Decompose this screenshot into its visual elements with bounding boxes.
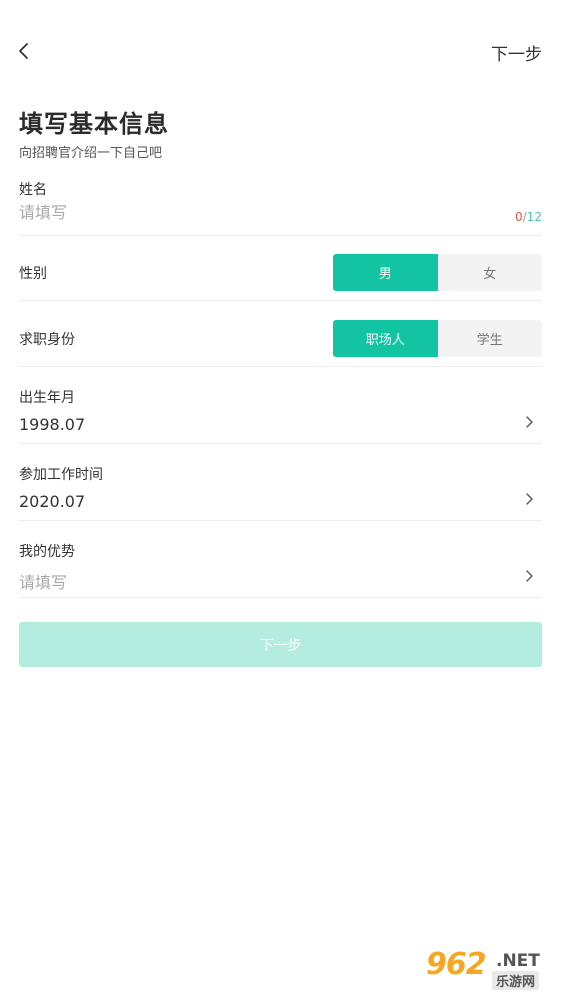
- identity-toggle: 职场人 学生: [333, 320, 542, 357]
- divider: [19, 520, 542, 521]
- page-subtitle: 向招聘官介绍一下自己吧: [19, 146, 163, 161]
- name-field: 姓名: [19, 179, 542, 199]
- chevron-right-icon: [526, 493, 533, 505]
- name-label: 姓名: [19, 182, 47, 198]
- strengths-placeholder: 请填写: [19, 573, 68, 592]
- next-step-button[interactable]: 下一步: [19, 622, 542, 667]
- divider: [19, 443, 542, 444]
- watermark-number: 962: [426, 947, 487, 982]
- birth-date-row[interactable]: 出生年月 1998.07: [19, 387, 542, 437]
- birth-date-label: 出生年月: [19, 390, 75, 406]
- strengths-label: 我的优势: [19, 544, 75, 560]
- identity-option-student[interactable]: 学生: [438, 320, 543, 357]
- divider: [19, 597, 542, 598]
- next-step-link[interactable]: 下一步: [491, 40, 542, 65]
- identity-label: 求职身份: [19, 332, 75, 348]
- site-watermark-logo: 962 .NET 乐游网: [420, 947, 555, 991]
- divider: [19, 366, 542, 367]
- gender-option-female[interactable]: 女: [438, 254, 543, 291]
- name-char-counter: 0/12: [515, 210, 542, 224]
- identity-option-professional[interactable]: 职场人: [333, 320, 438, 357]
- chevron-right-icon: [526, 416, 533, 428]
- counter-current: 0: [515, 210, 523, 224]
- basic-info-page: 下一步 填写基本信息 向招聘官介绍一下自己吧 姓名 0/12 性别 男 女 求职…: [0, 0, 561, 997]
- strengths-row[interactable]: 我的优势 请填写: [19, 541, 542, 592]
- page-title: 填写基本信息: [19, 110, 169, 138]
- counter-max: 12: [526, 210, 542, 224]
- name-input-row: 0/12: [19, 203, 542, 227]
- back-button[interactable]: [10, 36, 40, 66]
- birth-date-value: 1998.07: [19, 415, 86, 434]
- divider: [19, 300, 542, 301]
- gender-label: 性别: [19, 266, 47, 282]
- work-start-label: 参加工作时间: [19, 467, 103, 483]
- watermark-cn: 乐游网: [492, 971, 540, 990]
- work-start-value: 2020.07: [19, 492, 86, 511]
- divider: [19, 235, 542, 236]
- name-input[interactable]: [19, 203, 419, 222]
- gender-toggle: 男 女: [333, 254, 542, 291]
- watermark-net: .NET: [496, 951, 540, 971]
- chevron-left-icon: [19, 43, 28, 59]
- top-bar: 下一步: [0, 0, 561, 104]
- gender-option-male[interactable]: 男: [333, 254, 438, 291]
- chevron-right-icon: [526, 570, 533, 582]
- work-start-row[interactable]: 参加工作时间 2020.07: [19, 464, 542, 514]
